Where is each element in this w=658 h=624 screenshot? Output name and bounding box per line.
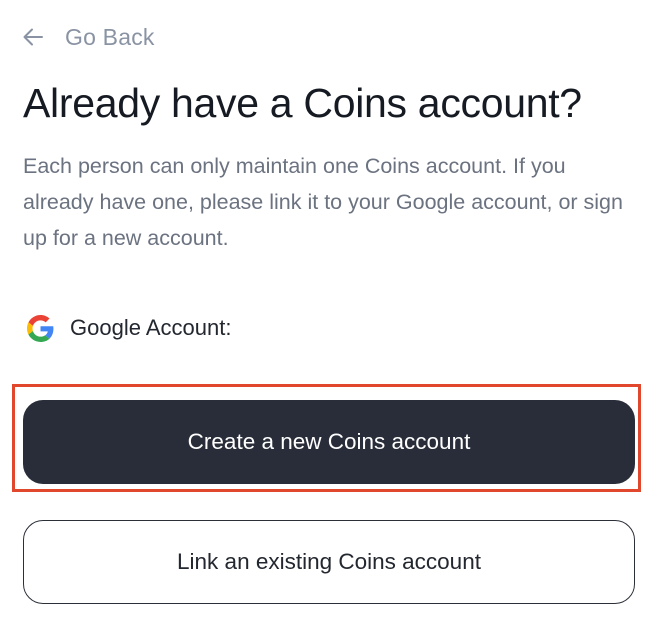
arrow-left-icon (22, 26, 44, 48)
go-back-label: Go Back (65, 23, 155, 50)
page-title: Already have a Coins account? (23, 80, 582, 126)
google-icon (27, 314, 54, 342)
google-account-label: Google Account: (70, 315, 232, 340)
link-account-button[interactable]: Link an existing Coins account (23, 520, 635, 604)
google-account-row: Google Account: (27, 311, 231, 345)
create-account-button[interactable]: Create a new Coins account (23, 400, 635, 484)
link-account-page: Go Back Already have a Coins account? Ea… (0, 0, 658, 624)
page-description: Each person can only maintain one Coins … (23, 154, 623, 250)
go-back-link[interactable]: Go Back (22, 20, 155, 54)
